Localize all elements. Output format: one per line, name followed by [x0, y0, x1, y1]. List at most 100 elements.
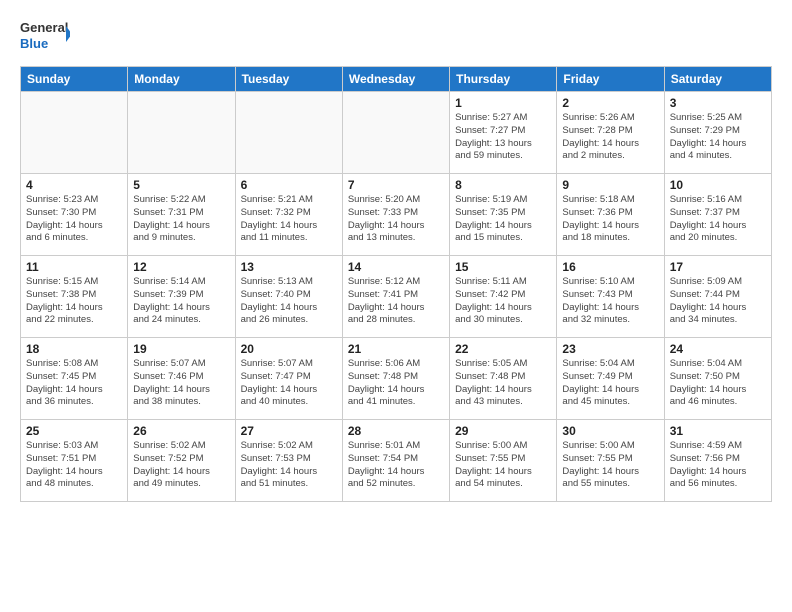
- weekday-header-wednesday: Wednesday: [342, 67, 449, 92]
- calendar-cell-2-6: 9Sunrise: 5:18 AMSunset: 7:36 PMDaylight…: [557, 174, 664, 256]
- calendar-cell-4-2: 19 Sunrise: 5:07 AMSunset: 7:46 PMDayligh…: [128, 338, 235, 420]
- day-info: Sunrise: 5:05 AMSunset: 7:48 PMDaylight:…: [455, 358, 551, 409]
- calendar-cell-4-4: 21 Sunrise: 5:06 AMSunset: 7:48 PMDayligh…: [342, 338, 449, 420]
- day-number: 29: [455, 424, 551, 438]
- calendar-cell-4-6: 23 Sunrise: 5:04 AMSunset: 7:49 PMDayligh…: [557, 338, 664, 420]
- day-info: Sunrise: 5:18 AMSunset: 7:36 PMDaylight:…: [562, 194, 658, 245]
- day-number: 3: [670, 96, 766, 110]
- day-number: 5: [133, 178, 229, 192]
- calendar-cell-3-3: 13 Sunrise: 5:13 AMSunset: 7:40 PMDayligh…: [235, 256, 342, 338]
- day-info: Sunrise: 5:23 AMSunset: 7:30 PMDaylight:…: [26, 194, 122, 245]
- weekday-header-saturday: Saturday: [664, 67, 771, 92]
- calendar-cell-1-3: [235, 92, 342, 174]
- day-number: 22: [455, 342, 551, 356]
- calendar-cell-2-4: 7Sunrise: 5:20 AMSunset: 7:33 PMDaylight…: [342, 174, 449, 256]
- calendar-cell-3-7: 17Sunrise: 5:09 AMSunset: 7:44 PMDayligh…: [664, 256, 771, 338]
- day-info: Sunrise: 5:04 AMSunset: 7:50 PMDaylight:…: [670, 358, 766, 409]
- calendar-cell-3-6: 16 Sunrise: 5:10 AMSunset: 7:43 PMDayligh…: [557, 256, 664, 338]
- weekday-header-sunday: Sunday: [21, 67, 128, 92]
- week-row-2: 4 Sunrise: 5:23 AMSunset: 7:30 PMDaylight…: [21, 174, 772, 256]
- weekday-header-thursday: Thursday: [450, 67, 557, 92]
- day-number: 14: [348, 260, 444, 274]
- day-info: Sunrise: 5:25 AMSunset: 7:29 PMDaylight:…: [670, 112, 766, 163]
- calendar-cell-2-3: 6 Sunrise: 5:21 AMSunset: 7:32 PMDaylight…: [235, 174, 342, 256]
- day-info: Sunrise: 5:12 AMSunset: 7:41 PMDaylight:…: [348, 276, 444, 327]
- day-info: Sunrise: 5:02 AMSunset: 7:53 PMDaylight:…: [241, 440, 337, 491]
- day-info: Sunrise: 5:22 AMSunset: 7:31 PMDaylight:…: [133, 194, 229, 245]
- day-info: Sunrise: 5:09 AMSunset: 7:44 PMDaylight:…: [670, 276, 766, 327]
- week-row-5: 25Sunrise: 5:03 AMSunset: 7:51 PMDayligh…: [21, 420, 772, 502]
- day-number: 13: [241, 260, 337, 274]
- day-info: Sunrise: 5:04 AMSunset: 7:49 PMDaylight:…: [562, 358, 658, 409]
- page: General Blue SundayMondayTuesdayWednesda…: [0, 0, 792, 612]
- calendar-cell-1-1: [21, 92, 128, 174]
- day-info: Sunrise: 5:10 AMSunset: 7:43 PMDaylight:…: [562, 276, 658, 327]
- day-number: 27: [241, 424, 337, 438]
- day-info: Sunrise: 4:59 AMSunset: 7:56 PMDaylight:…: [670, 440, 766, 491]
- calendar-cell-4-7: 24 Sunrise: 5:04 AMSunset: 7:50 PMDayligh…: [664, 338, 771, 420]
- day-info: Sunrise: 5:00 AMSunset: 7:55 PMDaylight:…: [562, 440, 658, 491]
- calendar-cell-3-4: 14 Sunrise: 5:12 AMSunset: 7:41 PMDayligh…: [342, 256, 449, 338]
- day-number: 15: [455, 260, 551, 274]
- day-number: 8: [455, 178, 551, 192]
- day-number: 6: [241, 178, 337, 192]
- day-info: Sunrise: 5:07 AMSunset: 7:46 PMDaylight:…: [133, 358, 229, 409]
- day-number: 20: [241, 342, 337, 356]
- day-number: 16: [562, 260, 658, 274]
- day-info: Sunrise: 5:00 AMSunset: 7:55 PMDaylight:…: [455, 440, 551, 491]
- calendar-cell-4-5: 22 Sunrise: 5:05 AMSunset: 7:48 PMDayligh…: [450, 338, 557, 420]
- calendar-cell-1-7: 3 Sunrise: 5:25 AMSunset: 7:29 PMDaylight…: [664, 92, 771, 174]
- calendar-cell-1-5: 1 Sunrise: 5:27 AMSunset: 7:27 PMDaylight…: [450, 92, 557, 174]
- calendar: SundayMondayTuesdayWednesdayThursdayFrid…: [20, 66, 772, 502]
- day-info: Sunrise: 5:14 AMSunset: 7:39 PMDaylight:…: [133, 276, 229, 327]
- day-info: Sunrise: 5:19 AMSunset: 7:35 PMDaylight:…: [455, 194, 551, 245]
- day-number: 11: [26, 260, 122, 274]
- calendar-cell-2-7: 10Sunrise: 5:16 AMSunset: 7:37 PMDayligh…: [664, 174, 771, 256]
- day-info: Sunrise: 5:21 AMSunset: 7:32 PMDaylight:…: [241, 194, 337, 245]
- day-number: 12: [133, 260, 229, 274]
- day-number: 18: [26, 342, 122, 356]
- calendar-cell-3-5: 15Sunrise: 5:11 AMSunset: 7:42 PMDayligh…: [450, 256, 557, 338]
- calendar-cell-5-2: 26 Sunrise: 5:02 AMSunset: 7:52 PMDayligh…: [128, 420, 235, 502]
- day-number: 23: [562, 342, 658, 356]
- calendar-cell-4-3: 20 Sunrise: 5:07 AMSunset: 7:47 PMDayligh…: [235, 338, 342, 420]
- day-info: Sunrise: 5:02 AMSunset: 7:52 PMDaylight:…: [133, 440, 229, 491]
- day-number: 19: [133, 342, 229, 356]
- calendar-cell-2-1: 4 Sunrise: 5:23 AMSunset: 7:30 PMDaylight…: [21, 174, 128, 256]
- calendar-cell-4-1: 18Sunrise: 5:08 AMSunset: 7:45 PMDayligh…: [21, 338, 128, 420]
- day-info: Sunrise: 5:26 AMSunset: 7:28 PMDaylight:…: [562, 112, 658, 163]
- day-number: 30: [562, 424, 658, 438]
- calendar-cell-5-4: 28Sunrise: 5:01 AMSunset: 7:54 PMDayligh…: [342, 420, 449, 502]
- logo-svg: General Blue: [20, 16, 70, 56]
- calendar-cell-1-2: [128, 92, 235, 174]
- day-number: 21: [348, 342, 444, 356]
- day-info: Sunrise: 5:07 AMSunset: 7:47 PMDaylight:…: [241, 358, 337, 409]
- day-info: Sunrise: 5:03 AMSunset: 7:51 PMDaylight:…: [26, 440, 122, 491]
- day-info: Sunrise: 5:27 AMSunset: 7:27 PMDaylight:…: [455, 112, 551, 163]
- day-info: Sunrise: 5:13 AMSunset: 7:40 PMDaylight:…: [241, 276, 337, 327]
- day-info: Sunrise: 5:15 AMSunset: 7:38 PMDaylight:…: [26, 276, 122, 327]
- weekday-header-tuesday: Tuesday: [235, 67, 342, 92]
- day-number: 24: [670, 342, 766, 356]
- day-number: 10: [670, 178, 766, 192]
- weekday-header-monday: Monday: [128, 67, 235, 92]
- logo: General Blue: [20, 16, 70, 56]
- calendar-cell-5-3: 27 Sunrise: 5:02 AMSunset: 7:53 PMDayligh…: [235, 420, 342, 502]
- calendar-cell-1-4: [342, 92, 449, 174]
- calendar-cell-3-1: 11 Sunrise: 5:15 AMSunset: 7:38 PMDayligh…: [21, 256, 128, 338]
- calendar-cell-3-2: 12 Sunrise: 5:14 AMSunset: 7:39 PMDayligh…: [128, 256, 235, 338]
- calendar-cell-5-5: 29 Sunrise: 5:00 AMSunset: 7:55 PMDayligh…: [450, 420, 557, 502]
- day-number: 1: [455, 96, 551, 110]
- svg-text:Blue: Blue: [20, 36, 48, 51]
- day-info: Sunrise: 5:06 AMSunset: 7:48 PMDaylight:…: [348, 358, 444, 409]
- weekday-header-friday: Friday: [557, 67, 664, 92]
- day-number: 4: [26, 178, 122, 192]
- calendar-cell-5-7: 31 Sunrise: 4:59 AMSunset: 7:56 PMDayligh…: [664, 420, 771, 502]
- day-number: 31: [670, 424, 766, 438]
- week-row-3: 11 Sunrise: 5:15 AMSunset: 7:38 PMDayligh…: [21, 256, 772, 338]
- week-row-1: 1 Sunrise: 5:27 AMSunset: 7:27 PMDaylight…: [21, 92, 772, 174]
- calendar-cell-2-2: 5 Sunrise: 5:22 AMSunset: 7:31 PMDaylight…: [128, 174, 235, 256]
- header: General Blue: [20, 16, 772, 56]
- svg-text:General: General: [20, 20, 68, 35]
- day-number: 26: [133, 424, 229, 438]
